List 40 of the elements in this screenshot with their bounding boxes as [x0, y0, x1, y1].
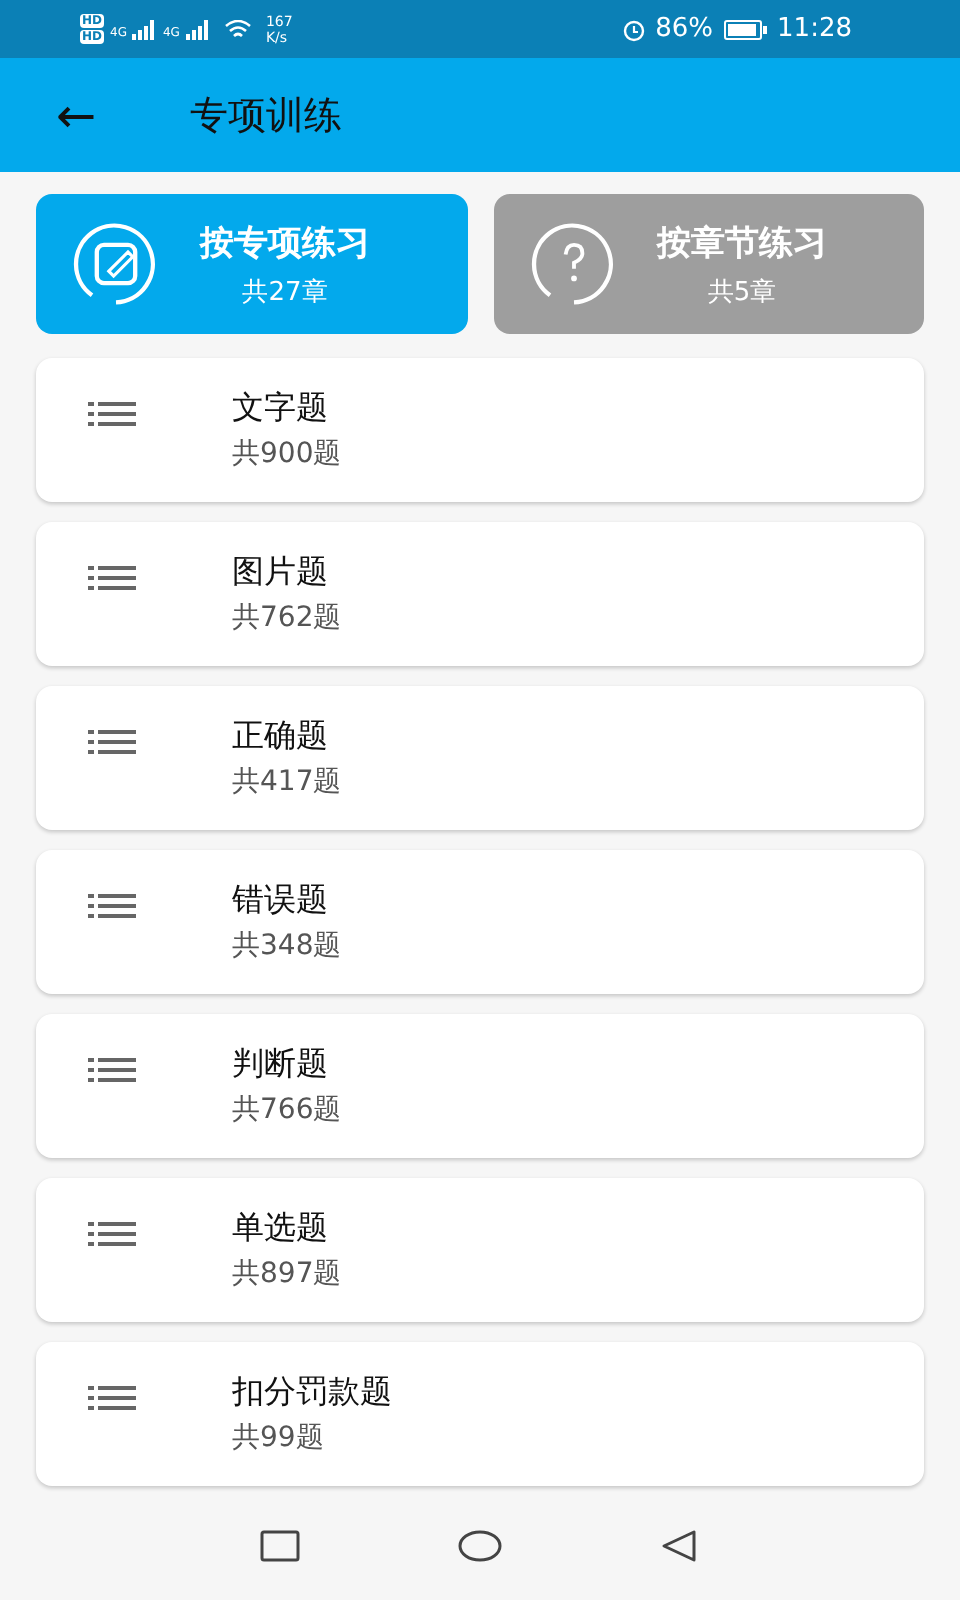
- clock: 11:28: [777, 14, 852, 44]
- category-card[interactable]: 正确题 共417题: [36, 686, 924, 830]
- category-card[interactable]: 错误题 共348题: [36, 850, 924, 994]
- category-title: 图片题: [232, 552, 330, 594]
- wifi-icon: [223, 19, 252, 39]
- category-title: 正确题: [232, 716, 330, 758]
- list-icon: [88, 1057, 136, 1081]
- question-count: 共766题: [232, 1092, 342, 1128]
- home-button[interactable]: [458, 1528, 502, 1564]
- question-count: 共348题: [232, 928, 342, 964]
- battery-percent: 86%: [655, 14, 714, 44]
- signal-icon: [185, 19, 210, 39]
- category-card[interactable]: 单选题 共897题: [36, 1178, 924, 1322]
- category-card[interactable]: 判断题 共766题: [36, 1014, 924, 1158]
- question-count: 共900题: [232, 436, 342, 472]
- list-icon: [88, 565, 136, 589]
- list-icon: [88, 893, 136, 917]
- battery-icon: [723, 19, 768, 39]
- category-card[interactable]: 文字题 共900题: [36, 358, 924, 502]
- question-count: 共99题: [232, 1420, 326, 1456]
- question-count: 共762题: [232, 600, 342, 636]
- question-count: 共417题: [232, 764, 342, 800]
- question-count: 共897题: [232, 1256, 342, 1292]
- category-title: 扣分罚款题: [232, 1372, 392, 1414]
- category-title: 单选题: [232, 1208, 330, 1250]
- list-icon: [88, 729, 136, 753]
- list-icon: [88, 1221, 136, 1245]
- page-title: 专项训练: [190, 91, 342, 141]
- category-title: 错误题: [232, 880, 330, 922]
- category-title: 文字题: [232, 388, 330, 430]
- list-icon: [88, 401, 136, 425]
- recent-apps-button[interactable]: [258, 1528, 302, 1564]
- back-button[interactable]: ←: [36, 87, 116, 143]
- category-card[interactable]: 图片题 共762题: [36, 522, 924, 666]
- category-title: 判断题: [232, 1044, 330, 1086]
- category-card[interactable]: 扣分罚款题 共99题: [36, 1342, 924, 1486]
- signal-icon: [132, 19, 157, 39]
- list-icon: [88, 1385, 136, 1409]
- alarm-icon: [621, 17, 646, 41]
- back-nav-button[interactable]: [658, 1528, 702, 1564]
